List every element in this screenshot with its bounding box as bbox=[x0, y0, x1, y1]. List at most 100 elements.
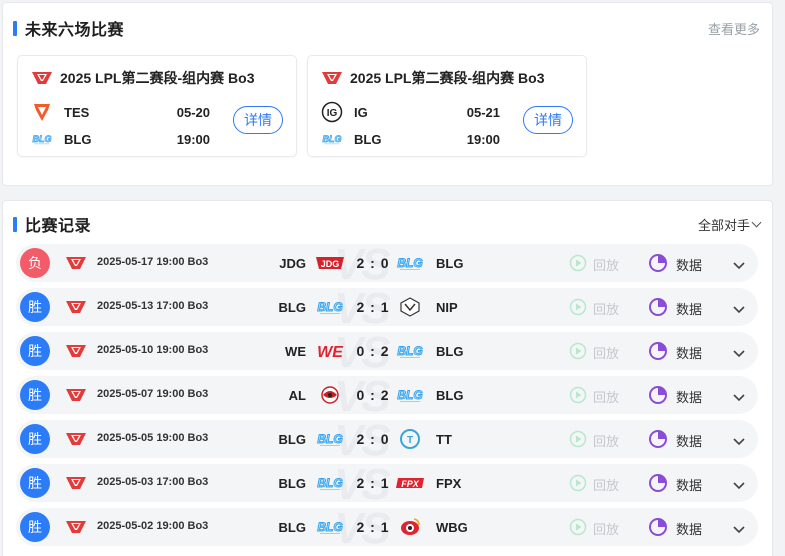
lpl-logo-icon bbox=[66, 477, 86, 489]
card-team-name: TES bbox=[64, 104, 90, 120]
match-datetime: 2025-05-05 19:00 Bo3 bbox=[97, 432, 209, 444]
right-team-name: TT bbox=[436, 432, 452, 447]
stats-button[interactable]: 数据 bbox=[648, 385, 702, 408]
match-detail-button[interactable]: 详情 bbox=[523, 106, 573, 134]
replay-label: 回放 bbox=[593, 522, 620, 537]
card-team-name: IG bbox=[354, 104, 368, 120]
match-score: 2 : 1 bbox=[356, 519, 390, 535]
replay-button[interactable]: 回放 bbox=[569, 430, 619, 451]
nip-logo-icon bbox=[394, 297, 426, 317]
lpl-logo-icon bbox=[32, 72, 52, 84]
match-detail-button[interactable]: 详情 bbox=[233, 106, 283, 134]
match-score: 0 : 2 bbox=[356, 387, 390, 403]
replay-label: 回放 bbox=[593, 346, 620, 361]
match-datetime: 2025-05-10 19:00 Bo3 bbox=[97, 344, 209, 356]
svg-text:IG: IG bbox=[327, 108, 338, 119]
card-team-row: BLG BLG 19:00 bbox=[30, 129, 210, 149]
expand-chevron-icon[interactable] bbox=[732, 478, 746, 496]
opponent-filter-label: 全部对手 bbox=[697, 217, 750, 233]
left-team-name: BLG bbox=[278, 432, 306, 447]
card-match-time: 19:00 bbox=[466, 131, 500, 147]
view-more-link[interactable]: 查看更多 bbox=[708, 19, 760, 38]
expand-chevron-icon[interactable] bbox=[732, 522, 746, 540]
svg-text:BLG: BLG bbox=[323, 134, 342, 144]
right-team-name: FPX bbox=[436, 476, 462, 491]
expand-chevron-icon[interactable] bbox=[732, 302, 746, 320]
lpl-logo-icon bbox=[66, 521, 86, 533]
svg-text:BLG: BLG bbox=[317, 476, 342, 490]
pie-chart-icon bbox=[648, 517, 668, 540]
card-team-name: BLG bbox=[354, 131, 382, 147]
result-badge: 胜 bbox=[20, 424, 50, 454]
replay-button[interactable]: 回放 bbox=[569, 342, 619, 363]
stats-button[interactable]: 数据 bbox=[648, 517, 702, 540]
left-team-name: WE bbox=[285, 344, 306, 359]
stats-button[interactable]: 数据 bbox=[648, 297, 702, 320]
match-record-row: VS 胜 2025-05-02 19:00 Bo3 BLG BLG 2 : 1 WBG 回放数… bbox=[16, 508, 758, 546]
pie-chart-icon bbox=[648, 341, 668, 364]
result-badge: 胜 bbox=[20, 380, 50, 410]
match-datetime: 2025-05-07 19:00 Bo3 bbox=[97, 388, 209, 400]
svg-text:FPX: FPX bbox=[401, 479, 420, 489]
pie-chart-icon bbox=[648, 297, 668, 320]
blg-logo-icon: BLG bbox=[394, 341, 426, 361]
lpl-logo-icon bbox=[66, 257, 86, 269]
svg-text:T: T bbox=[407, 435, 413, 446]
svg-text:BLG: BLG bbox=[317, 300, 342, 314]
replay-label: 回放 bbox=[593, 434, 620, 449]
card-match-time: 19:00 bbox=[176, 131, 210, 147]
play-circle-icon bbox=[569, 518, 587, 539]
expand-chevron-icon[interactable] bbox=[732, 390, 746, 408]
right-team-name: NIP bbox=[436, 300, 458, 315]
replay-button[interactable]: 回放 bbox=[569, 518, 619, 539]
result-badge: 胜 bbox=[20, 512, 50, 542]
left-team-name: BLG bbox=[278, 520, 306, 535]
stats-button[interactable]: 数据 bbox=[648, 473, 702, 496]
pie-chart-icon bbox=[648, 253, 668, 276]
left-team-name: JDG bbox=[279, 256, 306, 271]
jdg-logo-icon: JDG bbox=[314, 253, 346, 273]
al-logo-icon bbox=[314, 385, 346, 405]
ig-logo-icon: IG bbox=[320, 101, 344, 123]
right-team-name: BLG bbox=[436, 256, 464, 271]
opponent-filter-dropdown[interactable]: 全部对手 bbox=[697, 215, 762, 234]
section-accent-bar bbox=[13, 20, 17, 36]
play-circle-icon bbox=[569, 342, 587, 363]
card-league-header: 2025 LPL第二赛段-组内赛 Bo3 bbox=[322, 68, 544, 88]
replay-button[interactable]: 回放 bbox=[569, 298, 619, 319]
expand-chevron-icon[interactable] bbox=[732, 346, 746, 364]
svg-text:BLG: BLG bbox=[397, 388, 422, 402]
match-score: 2 : 0 bbox=[356, 431, 390, 447]
lpl-logo-icon bbox=[322, 72, 342, 84]
replay-label: 回放 bbox=[593, 478, 620, 493]
card-team-name: BLG bbox=[64, 131, 92, 147]
match-record-row: VS 胜 2025-05-05 19:00 Bo3 BLG BLG 2 : 0 T TT 回放数… bbox=[16, 420, 758, 458]
stats-button[interactable]: 数据 bbox=[648, 253, 702, 276]
stats-button[interactable]: 数据 bbox=[648, 429, 702, 452]
expand-chevron-icon[interactable] bbox=[732, 434, 746, 452]
lpl-logo-icon bbox=[66, 345, 86, 357]
expand-chevron-icon[interactable] bbox=[732, 258, 746, 276]
play-circle-icon bbox=[569, 386, 587, 407]
pie-chart-icon bbox=[648, 429, 668, 452]
replay-button[interactable]: 回放 bbox=[569, 254, 619, 275]
tt-logo-icon: T bbox=[394, 429, 426, 449]
svg-text:BLG: BLG bbox=[397, 344, 422, 358]
replay-button[interactable]: 回放 bbox=[569, 386, 619, 407]
upcoming-title: 未来六场比赛 bbox=[25, 22, 125, 39]
result-badge: 胜 bbox=[20, 468, 50, 498]
match-record-list: VS 负 2025-05-17 19:00 Bo3 JDG JDG 2 : 0 BLG BLG… bbox=[16, 244, 758, 552]
stats-label: 数据 bbox=[676, 522, 703, 537]
upcoming-cards: 2025 LPL第二赛段-组内赛 Bo3 TES 05-20 BLG BLG 19:00 详… bbox=[17, 55, 587, 157]
replay-button[interactable]: 回放 bbox=[569, 474, 619, 495]
right-team-name: BLG bbox=[436, 344, 464, 359]
result-badge: 胜 bbox=[20, 336, 50, 366]
match-record-row: VS 胜 2025-05-13 17:00 Bo3 BLG BLG 2 : 1 NIP 回放数… bbox=[16, 288, 758, 326]
pie-chart-icon bbox=[648, 473, 668, 496]
stats-label: 数据 bbox=[676, 258, 703, 273]
stats-button[interactable]: 数据 bbox=[648, 341, 702, 364]
card-team-row: TES 05-20 bbox=[30, 102, 210, 122]
result-badge: 负 bbox=[20, 248, 50, 278]
result-badge: 胜 bbox=[20, 292, 50, 322]
we-logo-icon: WE bbox=[314, 341, 346, 361]
